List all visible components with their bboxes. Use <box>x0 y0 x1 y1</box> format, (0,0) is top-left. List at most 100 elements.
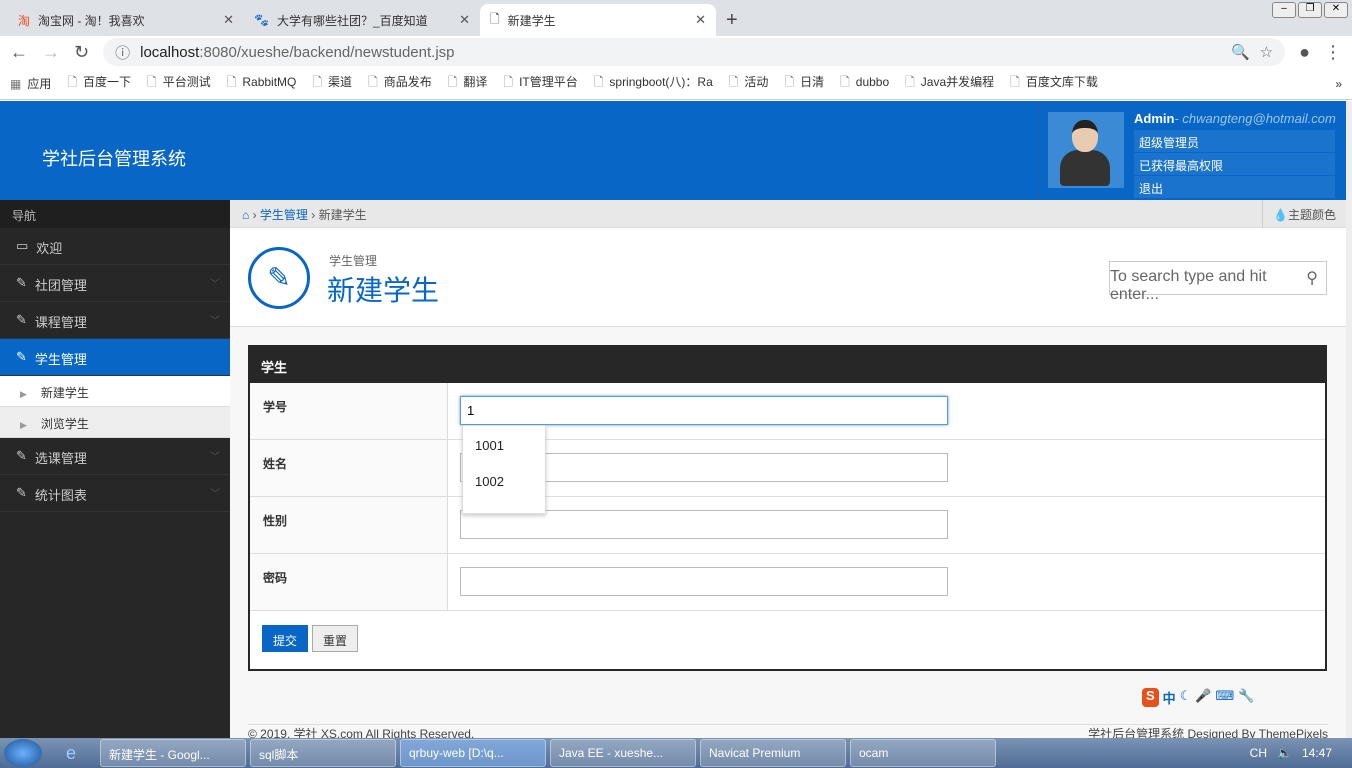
password-input[interactable] <box>460 567 948 596</box>
pencil-icon: ✎ <box>16 312 27 327</box>
bookmark-item[interactable]: 🗋 百度文库下载 <box>1010 73 1098 94</box>
sidebar-item-welcome[interactable]: ▭ 欢迎 <box>0 228 230 265</box>
more-bookmarks-icon[interactable]: » <box>1335 77 1342 91</box>
home-icon[interactable]: ⌂ <box>242 208 249 222</box>
autocomplete-option[interactable]: 1002 <box>463 462 545 498</box>
bookmark-item[interactable]: ▦ 应用 <box>10 75 51 92</box>
autocomplete-dropdown: 1001 1002 <box>462 425 546 514</box>
back-icon[interactable]: ← <box>10 42 28 63</box>
taobao-icon: 淘 <box>18 13 31 28</box>
taskbar-item[interactable]: Java EE - xueshe... <box>550 739 696 767</box>
sidebar-item-charts[interactable]: ✎ 统计图表 ﹀ <box>0 475 230 512</box>
sidebar-item-clubs[interactable]: ✎ 社团管理 ﹀ <box>0 265 230 302</box>
close-icon[interactable]: ✕ <box>459 12 470 28</box>
sidebar-sub-new-student[interactable]: ▶ 新建学生 <box>0 376 230 407</box>
bookmark-item[interactable]: 🗋 IT管理平台 <box>503 73 577 94</box>
page-icon: 🗋 <box>67 75 78 89</box>
taskbar-item[interactable]: ocam <box>850 739 996 767</box>
gender-input[interactable] <box>460 510 948 539</box>
info-icon: ⓘ <box>115 44 131 62</box>
user-panel: Admin- chwangteng@hotmail.com 超级管理员 已获得最… <box>1038 101 1346 200</box>
search-icon[interactable]: ⚲ <box>1306 268 1318 288</box>
forward-icon[interactable]: → <box>42 42 60 63</box>
pencil-icon: ✎ <box>16 349 27 364</box>
pencil-icon: ✎ <box>16 275 27 290</box>
new-tab-button[interactable]: + <box>716 9 748 36</box>
bookmark-item[interactable]: 🗋 日清 <box>784 73 824 94</box>
reload-icon[interactable]: ↻ <box>74 42 89 63</box>
baidu-icon: 🐾 <box>254 13 269 27</box>
form-title: 学生 <box>250 347 1325 383</box>
taskbar-item[interactable]: Navicat Premium <box>700 739 846 767</box>
taskbar-item[interactable]: sql脚本 <box>250 739 396 767</box>
minimize-button[interactable]: – <box>1272 2 1296 18</box>
clock[interactable]: 14:47 <box>1302 746 1332 760</box>
search-input[interactable]: To search type and hit enter... ⚲ <box>1109 261 1327 303</box>
user-menu-permission[interactable]: 已获得最高权限 <box>1134 153 1335 176</box>
page-icon: 🗋 <box>490 11 500 26</box>
moon-icon: ☾ <box>1179 688 1192 703</box>
bookmark-item[interactable]: 🗋 渠道 <box>312 73 352 94</box>
sidebar-item-enrollment[interactable]: ✎ 选课管理 ﹀ <box>0 438 230 475</box>
app-header: 学社后台管理系统 Admin- chwangteng@hotmail.com 超… <box>0 101 1346 200</box>
sidebar-item-students[interactable]: ✎ 学生管理 <box>0 339 230 376</box>
student-form: 学生 学号 姓名 性别 密码 提交重置 <box>248 345 1327 671</box>
close-icon[interactable]: ✕ <box>223 12 234 28</box>
page-icon: 🗋 <box>312 75 323 89</box>
zoom-icon[interactable]: 🔍 <box>1231 43 1250 61</box>
tab-strip: 淘淘宝网 - 淘！我喜欢 ✕ 🐾 大学有哪些社团？_百度知道 ✕ 🗋 新建学生 ✕ + –… <box>0 0 1352 36</box>
app-logo[interactable]: 学社后台管理系统 <box>42 145 186 171</box>
bookmark-item[interactable]: 🗋 商品发布 <box>368 73 432 94</box>
bookmark-item[interactable]: 🗋 百度一下 <box>67 73 131 94</box>
page-icon: 🗋 <box>147 75 157 89</box>
address-bar-row: ← → ↻ ⓘ localhost:8080/xueshe/backend/new… <box>0 36 1352 68</box>
submit-button[interactable]: 提交 <box>262 625 309 652</box>
autocomplete-option[interactable]: 1001 <box>463 426 545 462</box>
droplet-icon: 💧 <box>1273 208 1288 222</box>
browser-tab[interactable]: 🐾 大学有哪些社团？_百度知道 ✕ <box>244 4 480 36</box>
browser-tab-active[interactable]: 🗋 新建学生 ✕ <box>480 4 716 36</box>
user-menu-logout[interactable]: 退出 <box>1134 176 1335 199</box>
url-input[interactable]: ⓘ localhost:8080/xueshe/backend/newstuden… <box>103 38 1286 66</box>
taskbar-item[interactable]: 新建学生 - Googl... <box>100 739 246 767</box>
sidebar-item-courses[interactable]: ✎ 课程管理 ﹀ <box>0 302 230 339</box>
maximize-button[interactable]: ❐ <box>1298 2 1322 18</box>
page-icon: 🗋 <box>593 75 604 89</box>
language-indicator[interactable]: CH <box>1250 746 1267 760</box>
user-email: - chwangteng@hotmail.com <box>1174 111 1336 126</box>
bookmark-item[interactable]: 🗋 翻译 <box>448 73 488 94</box>
star-icon[interactable]: ☆ <box>1260 43 1273 61</box>
volume-icon[interactable]: 🔈 <box>1277 746 1292 760</box>
field-label: 密码 <box>250 554 448 610</box>
bookmark-item[interactable]: 🗋 dubbo <box>840 73 889 94</box>
scrollbar[interactable] <box>1346 101 1352 738</box>
bookmark-item[interactable]: 🗋 Java并发编程 <box>905 73 994 94</box>
system-tray: CH 🔈 14:47 <box>1250 746 1352 760</box>
taskbar: e 新建学生 - Googl... sql脚本 qrbuy-web [D:\q.… <box>0 738 1352 768</box>
keyboard-icon: ⌨ <box>1215 688 1235 703</box>
bookmark-item[interactable]: 🗋 RabbitMQ <box>227 73 297 94</box>
content-area: 学生 学号 姓名 性别 密码 提交重置 <box>230 327 1346 738</box>
breadcrumb-current: 新建学生 <box>318 208 367 222</box>
theme-color-button[interactable]: 💧主题颜色 <box>1262 200 1346 228</box>
ie-icon[interactable]: e <box>66 743 90 764</box>
user-menu-role[interactable]: 超级管理员 <box>1134 130 1335 153</box>
sidebar-sub-browse-students[interactable]: ▶ 浏览学生 <box>0 407 230 438</box>
browser-tab[interactable]: 淘淘宝网 - 淘！我喜欢 ✕ <box>8 4 244 36</box>
avatar <box>1048 112 1124 188</box>
account-icon[interactable]: ● <box>1299 42 1310 63</box>
bookmark-item[interactable]: 🗋 活动 <box>729 73 769 94</box>
reset-button[interactable]: 重置 <box>312 625 359 652</box>
start-button[interactable] <box>4 739 42 767</box>
chevron-down-icon: ﹀ <box>210 452 220 463</box>
bookmark-item[interactable]: 🗋 springboot(八)：Ra <box>594 73 713 94</box>
taskbar-item[interactable]: qrbuy-web [D:\q... <box>400 739 546 767</box>
chevron-down-icon: ﹀ <box>210 316 220 327</box>
student-id-input[interactable] <box>460 396 948 425</box>
ime-toolbar[interactable]: S 中 ☾ 🎤 ⌨ 🔧 <box>1142 688 1254 707</box>
menu-icon[interactable]: ⋮ <box>1324 42 1342 63</box>
close-window-button[interactable]: ✕ <box>1324 2 1348 18</box>
bookmark-item[interactable]: 🗋 平台测试 <box>147 73 211 94</box>
breadcrumb-parent[interactable]: 学生管理 <box>260 208 308 222</box>
close-icon[interactable]: ✕ <box>695 12 706 28</box>
